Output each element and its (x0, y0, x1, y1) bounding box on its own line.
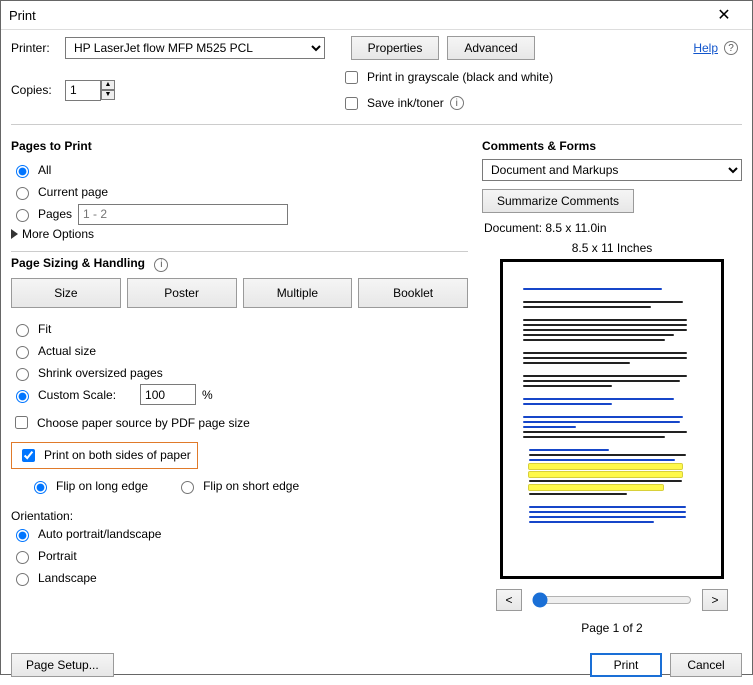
pages-range-radio[interactable]: Pages (11, 203, 468, 225)
window-title: Print (9, 8, 704, 23)
info-icon[interactable]: i (154, 258, 168, 272)
help-icon[interactable]: ? (724, 41, 738, 55)
paper-source-checkbox[interactable]: Choose paper source by PDF page size (11, 412, 468, 434)
flip-short-radio[interactable]: Flip on short edge (176, 475, 299, 497)
pages-all-radio[interactable]: All (11, 159, 468, 181)
pages-current-radio[interactable]: Current page (11, 181, 468, 203)
copies-down[interactable]: ▼ (101, 90, 115, 100)
triangle-right-icon (11, 229, 18, 239)
tab-booklet[interactable]: Booklet (358, 278, 468, 308)
tab-multiple[interactable]: Multiple (243, 278, 353, 308)
tab-poster[interactable]: Poster (127, 278, 237, 308)
printer-select[interactable]: HP LaserJet flow MFP M525 PCL (65, 37, 325, 59)
print-preview (500, 259, 724, 579)
help-link[interactable]: Help (693, 41, 718, 55)
comments-select[interactable]: Document and Markups (482, 159, 742, 181)
shrink-radio[interactable]: Shrink oversized pages (11, 362, 468, 384)
orientation-portrait-radio[interactable]: Portrait (11, 545, 468, 567)
document-dimensions: Document: 8.5 x 11.0in (484, 221, 742, 235)
footer: Page Setup... Print Cancel (1, 645, 752, 685)
preview-next-button[interactable]: > (702, 589, 728, 611)
pages-to-print-title: Pages to Print (11, 139, 468, 153)
copies-input[interactable] (65, 80, 101, 101)
close-button[interactable]: ✕ (704, 1, 744, 29)
orientation-auto-radio[interactable]: Auto portrait/landscape (11, 523, 468, 545)
tab-size[interactable]: Size (11, 278, 121, 308)
comments-title: Comments & Forms (482, 139, 742, 153)
flip-long-radio[interactable]: Flip on long edge (29, 475, 148, 497)
sizing-title: Page Sizing & Handling i (11, 256, 468, 272)
actual-size-radio[interactable]: Actual size (11, 340, 468, 362)
preview-caption: 8.5 x 11 Inches (482, 241, 742, 255)
copies-up[interactable]: ▲ (101, 80, 115, 90)
orientation-landscape-radio[interactable]: Landscape (11, 567, 468, 589)
scale-input[interactable] (140, 384, 196, 405)
printer-row: Printer: HP LaserJet flow MFP M525 PCL P… (11, 36, 742, 60)
grayscale-checkbox[interactable]: Print in grayscale (black and white) (341, 66, 553, 88)
more-options-toggle[interactable]: More Options (11, 227, 468, 241)
copies-label: Copies: (11, 83, 57, 97)
info-icon[interactable]: i (450, 96, 464, 110)
fit-radio[interactable]: Fit (11, 318, 468, 340)
cancel-button[interactable]: Cancel (670, 653, 742, 677)
sizing-tabs: Size Poster Multiple Booklet (11, 278, 468, 308)
print-button[interactable]: Print (590, 653, 662, 677)
preview-prev-button[interactable]: < (496, 589, 522, 611)
custom-scale-radio[interactable]: Custom Scale: % (11, 384, 468, 406)
duplex-highlight: Print on both sides of paper (11, 442, 198, 469)
copies-row: Copies: ▲ ▼ Print in grayscale (black an… (11, 66, 742, 114)
pages-range-input[interactable] (78, 204, 288, 225)
print-dialog: Print ✕ Help ? Printer: HP LaserJet flow… (0, 0, 753, 675)
copies-spinner[interactable]: ▲ ▼ (65, 80, 115, 101)
printer-label: Printer: (11, 41, 57, 55)
advanced-button[interactable]: Advanced (447, 36, 535, 60)
help-area: Help ? (693, 41, 738, 55)
duplex-checkbox[interactable]: Print on both sides of paper (18, 446, 191, 465)
summarize-comments-button[interactable]: Summarize Comments (482, 189, 634, 213)
preview-slider[interactable] (532, 592, 692, 608)
save-ink-checkbox[interactable]: Save ink/toner i (341, 92, 553, 114)
page-setup-button[interactable]: Page Setup... (11, 653, 114, 677)
titlebar: Print ✕ (1, 1, 752, 30)
properties-button[interactable]: Properties (351, 36, 439, 60)
page-indicator: Page 1 of 2 (482, 621, 742, 635)
orientation-title: Orientation: (11, 509, 468, 523)
